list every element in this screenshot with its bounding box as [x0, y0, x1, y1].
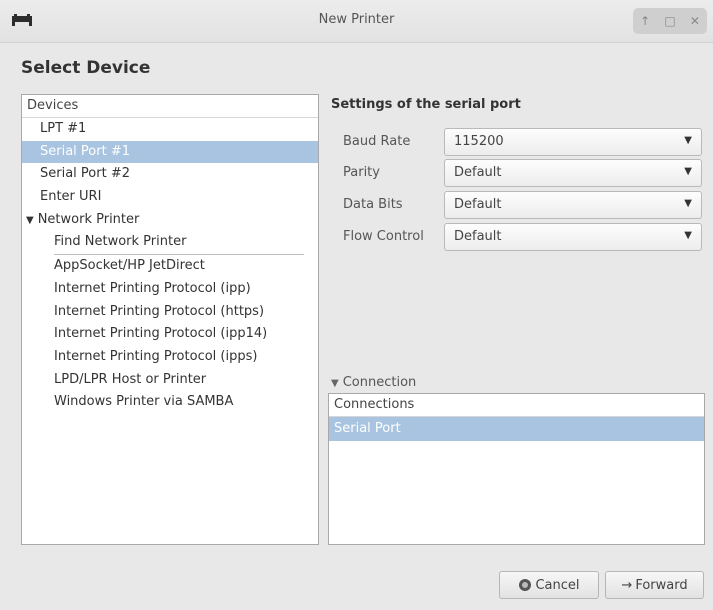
close-icon[interactable]: ✕ [690, 14, 700, 28]
forward-label: Forward [635, 577, 688, 593]
window-title: New Printer [318, 12, 395, 27]
device-item-appsocket[interactable]: AppSocket/HP JetDirect [22, 255, 318, 278]
connection-expander-label: Connection [342, 375, 417, 390]
page-title: Select Device [21, 58, 151, 78]
devices-tree[interactable]: Devices LPT #1 Serial Port #1 Serial Por… [21, 94, 319, 545]
baud-rate-value: 115200 [454, 134, 504, 149]
flow-control-select[interactable]: Default ▼ [444, 223, 702, 251]
parity-row: Parity Default ▼ [331, 159, 703, 187]
device-item-ipp[interactable]: Internet Printing Protocol (ipp) [22, 278, 318, 301]
data-bits-label: Data Bits [343, 197, 403, 212]
baud-rate-select[interactable]: 115200 ▼ [444, 128, 702, 156]
device-item-ipp14[interactable]: Internet Printing Protocol (ipp14) [22, 323, 318, 346]
expander-down-icon: ▼ [331, 378, 339, 389]
baud-rate-row: Baud Rate 115200 ▼ [331, 128, 703, 156]
device-item-lpt1[interactable]: LPT #1 [22, 118, 318, 141]
maximize-arrow-icon[interactable]: ↑ [640, 14, 650, 28]
forward-button[interactable]: → Forward [605, 571, 704, 599]
dropdown-arrow-icon: ▼ [684, 166, 692, 177]
connections-column-header[interactable]: Connections [329, 394, 704, 417]
device-item-lpd[interactable]: LPD/LPR Host or Printer [22, 369, 318, 392]
cancel-icon [519, 579, 532, 591]
flow-control-row: Flow Control Default ▼ [331, 223, 703, 251]
device-item-ipps[interactable]: Internet Printing Protocol (ipps) [22, 346, 318, 369]
flow-control-label: Flow Control [343, 229, 424, 244]
data-bits-select[interactable]: Default ▼ [444, 191, 702, 219]
device-item-https[interactable]: Internet Printing Protocol (https) [22, 301, 318, 324]
data-bits-row: Data Bits Default ▼ [331, 191, 703, 219]
connections-list[interactable]: Connections Serial Port [328, 393, 705, 545]
cancel-label: Cancel [535, 577, 580, 593]
data-bits-value: Default [454, 197, 502, 212]
parity-label: Parity [343, 165, 380, 180]
parity-select[interactable]: Default ▼ [444, 159, 702, 187]
dropdown-arrow-icon: ▼ [684, 135, 692, 146]
settings-title: Settings of the serial port [331, 97, 521, 112]
device-item-serial-port-2[interactable]: Serial Port #2 [22, 163, 318, 186]
devices-column-header[interactable]: Devices [22, 95, 318, 118]
window-controls: ↑ □ ✕ [633, 8, 707, 34]
device-item-network-printer[interactable]: ▼ Network Printer [22, 209, 318, 232]
dropdown-arrow-icon: ▼ [684, 230, 692, 241]
dropdown-arrow-icon: ▼ [684, 198, 692, 209]
device-item-enter-uri[interactable]: Enter URI [22, 186, 318, 209]
device-item-serial-port-1[interactable]: Serial Port #1 [22, 140, 318, 164]
expander-down-icon[interactable]: ▼ [26, 215, 34, 226]
network-printer-label: Network Printer [37, 211, 140, 227]
baud-rate-label: Baud Rate [343, 134, 411, 149]
parity-value: Default [454, 165, 502, 180]
device-item-samba[interactable]: Windows Printer via SAMBA [22, 391, 318, 414]
connection-expander[interactable]: ▼ Connection [331, 375, 416, 390]
device-item-find-network-printer[interactable]: Find Network Printer [22, 231, 318, 254]
cancel-button[interactable]: Cancel [499, 571, 599, 599]
title-bar: New Printer ↑ □ ✕ [0, 0, 713, 43]
arrow-right-icon: → [621, 577, 633, 593]
connection-item-serial-port[interactable]: Serial Port [329, 417, 704, 441]
flow-control-value: Default [454, 229, 502, 244]
restore-icon[interactable]: □ [664, 14, 675, 28]
